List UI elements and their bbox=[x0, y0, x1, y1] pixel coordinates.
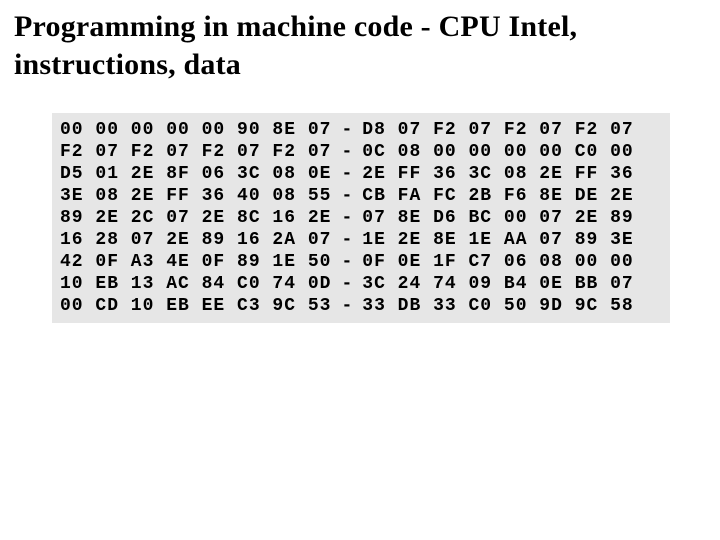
hex-left-column: 00 00 00 00 00 90 8E 07 F2 07 F2 07 F2 0… bbox=[60, 119, 331, 317]
page-title: Programming in machine code - CPU Intel,… bbox=[14, 8, 706, 83]
hex-dump-block: 00 00 00 00 00 90 8E 07 F2 07 F2 07 F2 0… bbox=[52, 113, 670, 323]
hex-right-column: D8 07 F2 07 F2 07 F2 07 0C 08 00 00 00 0… bbox=[362, 119, 633, 317]
hex-separator-column: - - - - - - - - - bbox=[331, 119, 362, 317]
